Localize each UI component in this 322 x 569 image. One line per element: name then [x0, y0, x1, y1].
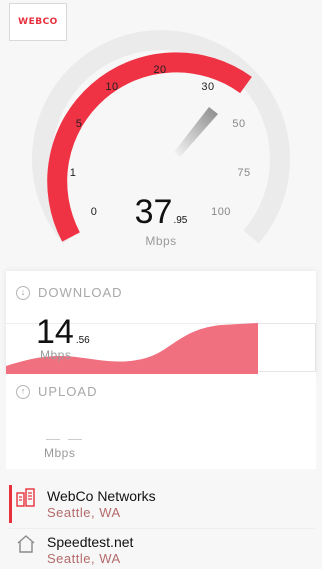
- download-header: ↓ DOWNLOAD: [16, 285, 123, 300]
- isp-name: WebCo Networks: [47, 488, 156, 504]
- upload-unit: Mbps: [44, 446, 76, 460]
- gauge-tick: 100: [211, 206, 231, 218]
- upload-value: — —: [46, 430, 84, 446]
- server-row[interactable]: Speedtest.net Seattle, WA: [0, 529, 322, 569]
- current-speed-dec: .95: [173, 215, 188, 226]
- speed-gauge: 0 1 5 10 20 30 50 75 100 37 .95 Mbps: [0, 0, 322, 260]
- current-speed-int: 37: [134, 193, 173, 231]
- arrow-up-icon: ↑: [16, 384, 30, 399]
- gauge-tick: 30: [201, 81, 215, 93]
- gauge-tick: 50: [232, 118, 246, 130]
- server-location: Seattle, WA: [47, 551, 121, 566]
- download-label: DOWNLOAD: [38, 285, 123, 300]
- download-unit: Mbps: [40, 348, 72, 362]
- gauge-tick: 20: [153, 64, 167, 76]
- gauge-tick: 10: [105, 81, 119, 93]
- active-indicator: [9, 485, 12, 523]
- upload-card: ↑ UPLOAD — — Mbps: [6, 374, 316, 469]
- download-value: 14 .56: [36, 313, 90, 352]
- gauge-tick: 75: [237, 167, 251, 179]
- server-icon: [16, 488, 35, 507]
- isp-location: Seattle, WA: [47, 505, 121, 520]
- current-speed: 37 .95: [135, 193, 188, 232]
- upload-header: ↑ UPLOAD: [16, 384, 97, 399]
- download-value-int: 14: [36, 313, 74, 351]
- gauge-tick: 0: [90, 206, 98, 218]
- isp-row[interactable]: WebCo Networks Seattle, WA: [0, 483, 322, 529]
- server-name: Speedtest.net: [47, 534, 134, 550]
- gauge-tick: 5: [75, 118, 83, 130]
- arrow-down-icon: ↓: [16, 285, 30, 300]
- current-speed-unit: Mbps: [145, 234, 177, 248]
- upload-label: UPLOAD: [38, 384, 98, 399]
- home-icon: [17, 535, 35, 553]
- gauge-needle: [174, 107, 218, 157]
- download-card: ↓ DOWNLOAD 14 .56 Mbps: [6, 271, 316, 374]
- download-value-dec: .56: [75, 335, 90, 346]
- gauge-tick: 1: [69, 167, 77, 179]
